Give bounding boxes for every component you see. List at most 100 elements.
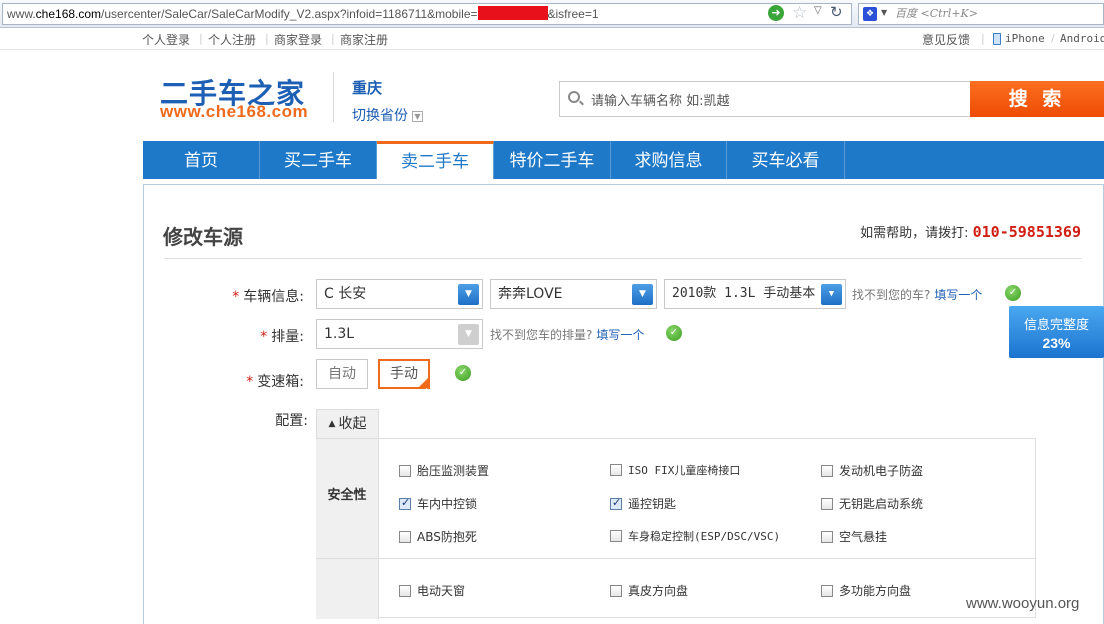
brand-select[interactable]: C 长安 ▼ [316,279,483,309]
series-value: 奔奔LOVE [498,286,563,302]
option-abs[interactable]: ABS防抱死 [399,528,477,545]
dealer-login-link[interactable]: 商家登录 [274,31,322,48]
checkbox[interactable] [821,465,833,477]
option-tpms[interactable]: 胎压监测装置 [399,462,489,479]
phone-icon [993,33,1001,45]
vehicle-info-label: * 车辆信息: [214,286,304,306]
go-arrow-icon[interactable]: ➜ [768,5,784,21]
displacement-value: 1.3L [324,326,355,342]
browser-toolbar: www.che168.com/usercenter/SaleCar/SaleCa… [0,0,1104,28]
gearbox-manual-button[interactable]: 手动 [378,359,430,404]
personal-login-link[interactable]: 个人登录 [142,31,190,48]
checkbox[interactable] [821,498,833,510]
nav-wanted-info[interactable]: 求购信息 [611,141,727,179]
option-leather-wheel[interactable]: 真皮方向盘 [610,582,688,599]
vehicle-hint: 找不到您的车? 填写一个 [852,286,982,303]
separator: | [199,32,203,45]
chevron-down-icon[interactable]: ▼ [632,284,653,305]
fill-displacement-link[interactable]: 填写一个 [596,328,644,342]
switch-province-label: 切换省份 [352,108,408,124]
option-label: 车内中控锁 [417,497,478,511]
checkbox[interactable] [399,531,411,543]
baidu-paw-icon[interactable]: ❖ [863,7,877,21]
vehicle-info-label-text: 车辆信息: [243,289,304,305]
watermark: www.wooyun.org [966,595,1080,612]
option-label: 胎压监测装置 [417,464,490,478]
checkbox[interactable] [821,531,833,543]
dropdown-icon: ▼ [412,111,423,122]
option-esp[interactable]: 车身稳定控制(ESP/DSC/VSC) [610,528,780,544]
nav-buying-guide[interactable]: 买车必看 [727,141,845,179]
option-keyless-start[interactable]: 无钥匙启动系统 [821,495,923,512]
browser-search-box[interactable]: ❖ ▼ 百度 <Ctrl+K> [858,3,1104,25]
gearbox-manual-label: 手动 [390,366,418,382]
option-central-lock[interactable]: 车内中控锁 [399,495,477,512]
search-button[interactable]: 搜 索 [970,81,1104,117]
divider [164,258,1082,259]
redacted-mobile [477,6,548,20]
option-engine-immobilizer[interactable]: 发动机电子防盗 [821,462,923,479]
series-select[interactable]: 奔奔LOVE ▼ [490,279,657,309]
option-label: 电动天窗 [417,584,466,598]
top-links-bar: 个人登录 | 个人注册 | 商家登录 | 商家注册 意见反馈 | iPhone … [0,28,1104,50]
site-search-input[interactable]: 请输入车辆名称 如:凯越 [559,81,971,117]
nav-home[interactable]: 首页 [143,141,260,179]
site-logo-url[interactable]: www.che168.com [160,102,308,122]
checkbox[interactable] [821,585,833,597]
main-nav: 首页 买二手车 卖二手车 特价二手车 求购信息 买车必看 [143,141,1104,179]
url-path: /usercenter/SaleCar/SaleCarModify_V2.asp… [101,7,478,21]
checkbox-checked[interactable] [610,496,622,510]
option-multifunction-wheel[interactable]: 多功能方向盘 [821,582,911,599]
dealer-register-link[interactable]: 商家注册 [340,31,388,48]
collapse-toggle[interactable]: ▲ 收起 [316,409,379,439]
checkbox[interactable] [610,530,622,542]
chevron-down-icon[interactable]: ▼ [458,284,479,305]
checkbox[interactable] [399,465,411,477]
option-label: 真皮方向盘 [628,584,689,598]
option-label: 空气悬挂 [839,530,888,544]
url-domain: che168.com [35,7,102,21]
nav-sell-used-car[interactable]: 卖二手车 [377,141,494,179]
separator: / [1051,32,1055,45]
nav-buy-used-car[interactable]: 买二手车 [260,141,377,179]
feedback-link[interactable]: 意见反馈 [922,31,970,48]
gearbox-label: * 变速箱: [214,371,304,391]
search-icon [568,91,580,103]
site-search-placeholder: 请输入车辆名称 如:凯越 [591,94,730,109]
chevron-down-icon[interactable]: ▼ [821,284,842,305]
option-remote-key[interactable]: 遥控钥匙 [610,495,676,512]
personal-register-link[interactable]: 个人注册 [208,31,256,48]
page-title: 修改车源 [163,225,243,249]
nav-special-offer[interactable]: 特价二手车 [494,141,611,179]
checkbox[interactable] [610,585,622,597]
switch-province-link[interactable]: 切换省份 ▼ [352,105,423,125]
chevron-down-icon[interactable]: ▼ [458,324,479,345]
checkbox-checked[interactable] [399,496,411,510]
url-prefix: www. [7,7,36,21]
safety-category: 安全性 [316,439,379,558]
url-suffix: &isfree=1 [547,7,599,21]
gearbox-auto-button[interactable]: 自动 [316,359,368,389]
completeness-label: 信息完整度 [1023,318,1089,333]
bookmark-star-icon[interactable]: ☆ [792,3,807,23]
chevron-down-icon[interactable]: ▼ [881,8,887,17]
option-label: 发动机电子防盗 [839,464,924,478]
option-air-suspension[interactable]: 空气悬挂 [821,528,887,545]
checkbox[interactable] [399,585,411,597]
chevron-down-icon[interactable]: ▽ [814,5,822,16]
config-divider [316,558,1036,559]
android-link[interactable]: Android [1060,32,1104,45]
option-isofix[interactable]: ISO FIX儿童座椅接口 [610,462,740,478]
completeness-value: 23% [1042,335,1071,351]
refresh-icon[interactable]: ↻ [830,3,843,21]
help-line: 如需帮助，请拨打: 010-59851369 [860,222,1081,241]
iphone-link[interactable]: iPhone [1005,32,1045,45]
model-select[interactable]: 2010款 1.3L 手动基本 ▼ [664,279,846,309]
help-text: 如需帮助，请拨打: [860,226,969,241]
checkbox[interactable] [610,464,622,476]
option-label: 多功能方向盘 [839,584,912,598]
fill-vehicle-link[interactable]: 填写一个 [934,288,982,302]
address-bar[interactable]: www.che168.com/usercenter/SaleCar/SaleCa… [2,3,852,25]
option-sunroof[interactable]: 电动天窗 [399,582,465,599]
displacement-select[interactable]: 1.3L ▼ [316,319,483,349]
